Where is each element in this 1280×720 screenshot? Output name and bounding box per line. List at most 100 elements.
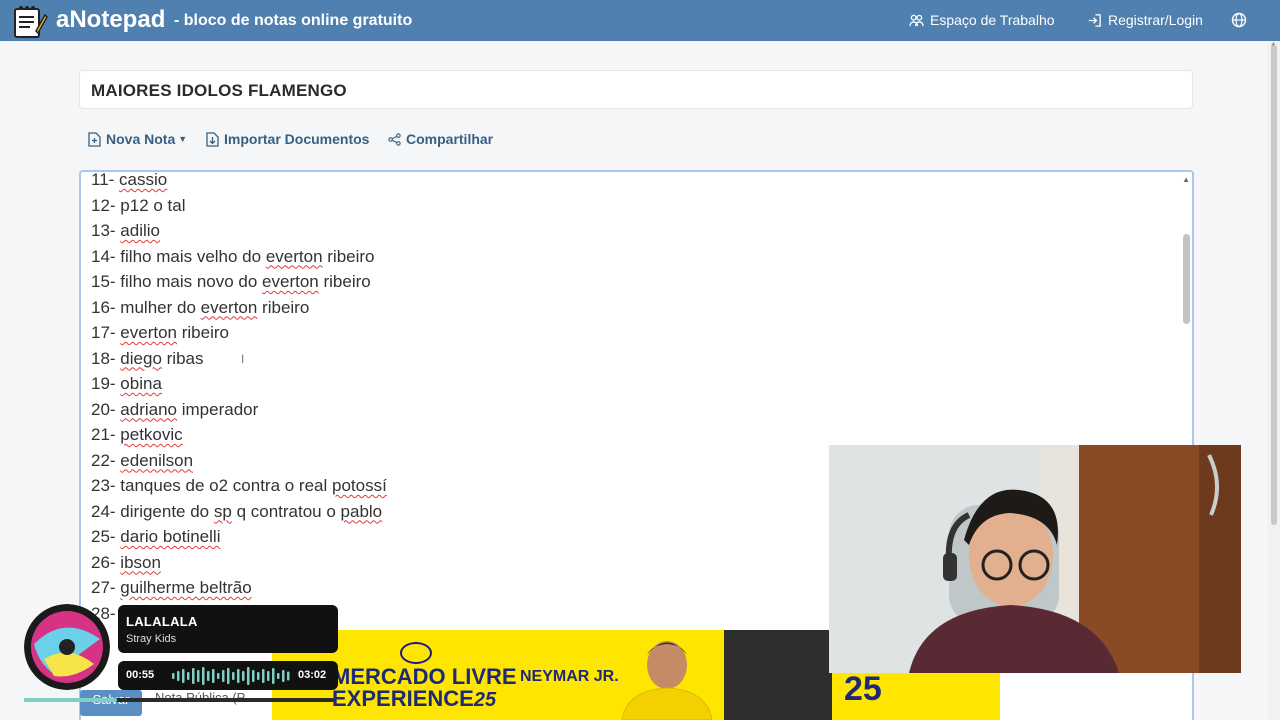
ad-title-year: 25	[473, 689, 497, 711]
waveform-bar	[277, 673, 280, 679]
line-number: 25-	[91, 527, 121, 546]
song-progress-fill	[24, 698, 117, 702]
caret-down-icon: ▼	[178, 134, 188, 144]
line-number: 15-	[91, 272, 121, 291]
line-text: q contratou o	[231, 501, 341, 521]
waveform-bar	[212, 669, 215, 683]
editor-line: 15- filho mais novo do everton ribeiro	[91, 269, 387, 295]
line-number: 13-	[91, 221, 121, 240]
share-label: Compartilhar	[406, 131, 494, 147]
users-icon	[909, 14, 924, 26]
misspelled-word: adriano	[120, 399, 178, 419]
misspelled-word: everton	[265, 246, 323, 266]
waveform-bar	[187, 672, 190, 680]
save-button[interactable]: Salvar	[80, 690, 142, 716]
line-text: mulher do	[120, 297, 201, 317]
editor-line: 14- filho mais velho do everton ribeiro	[91, 244, 387, 270]
waveform-bar	[272, 668, 275, 684]
editor-lines: 11- cassio 12- p12 o tal 13- adilio 14- fil…	[91, 170, 387, 626]
misspelled-word: petkovic	[120, 425, 183, 444]
import-documents-button[interactable]: Importar Documentos	[206, 131, 369, 147]
note-title-field[interactable]: MAIORES IDOLOS FLAMENGO	[79, 70, 1193, 109]
audio-waveform-icon	[172, 667, 290, 685]
line-number: 14-	[91, 246, 121, 266]
login-link[interactable]: Registrar/Login	[1087, 12, 1203, 28]
album-art	[24, 604, 110, 690]
waveform-bar	[192, 668, 195, 684]
editor-line: 16- mulher do everton ribeiro	[91, 295, 387, 321]
song-progress-bar[interactable]	[24, 698, 334, 702]
waveform-bar	[242, 671, 245, 681]
waveform-bar	[267, 671, 270, 681]
brand-name[interactable]: aNotepad	[56, 6, 165, 34]
line-text: filho mais novo do	[120, 272, 263, 291]
editor-line: 22- edenilson	[91, 448, 387, 474]
share-icon	[388, 132, 401, 146]
editor-line: 11- cassio	[91, 170, 387, 193]
text-cursor-icon: I	[241, 352, 245, 366]
line-text: p12 o tal	[120, 195, 186, 215]
handshake-logo-icon	[400, 642, 432, 664]
ad-dark-panel	[724, 630, 832, 720]
line-text: dirigente do	[120, 501, 214, 521]
misspelled-word: pablo	[340, 501, 383, 521]
login-label: Registrar/Login	[1108, 12, 1203, 28]
song-title: LALALALA	[126, 614, 198, 629]
misspelled-word: potossí	[332, 476, 387, 495]
waveform-bar	[177, 671, 180, 681]
line-text: ribas	[161, 348, 204, 368]
editor-line: 24- dirigente do sp q contratou o pablo	[91, 499, 387, 525]
waveform-bar	[257, 672, 260, 680]
player-bar: 00:55 03:02	[118, 661, 338, 690]
song-artist: Stray Kids	[126, 633, 177, 645]
waveform-bar	[232, 672, 235, 680]
misspelled-word: edenilson	[120, 450, 194, 470]
misspelled-word: ibson	[120, 552, 161, 572]
waveform-bar	[172, 673, 175, 679]
share-button[interactable]: Compartilhar	[388, 131, 493, 147]
line-number: 22-	[91, 450, 121, 470]
line-text: ribeiro	[318, 272, 371, 291]
file-plus-icon	[88, 131, 101, 147]
misspelled-word: everton	[120, 323, 177, 342]
line-number: 18-	[91, 348, 121, 368]
import-documents-label: Importar Documentos	[224, 131, 370, 147]
waveform-bar	[222, 670, 225, 682]
notepad-logo-icon[interactable]	[12, 3, 48, 39]
line-number: 21-	[91, 425, 121, 444]
workspace-label: Espaço de Trabalho	[930, 12, 1055, 28]
page-scrollbar[interactable]: ▲	[1268, 41, 1280, 720]
stream-watermark: @estrelaaleknerii	[832, 412, 998, 434]
editor-line: 26- ibson	[91, 550, 387, 576]
misspelled-word: diego	[120, 348, 162, 368]
misspelled-word: everton	[262, 272, 319, 291]
scroll-up-arrow-icon[interactable]: ▲	[1182, 175, 1190, 184]
misspelled-word: obina	[120, 374, 162, 393]
line-text: ribeiro	[322, 246, 375, 266]
line-text: ribeiro	[177, 323, 229, 342]
waveform-bar	[282, 670, 285, 682]
editor-line: 25- dario botinelli	[91, 524, 387, 550]
editor-line: 18- diego ribas	[91, 346, 387, 372]
waveform-bar	[197, 670, 200, 682]
line-number: 16-	[91, 297, 121, 317]
line-text: filho mais velho do	[120, 246, 266, 266]
editor-scrollbar-thumb[interactable]	[1183, 234, 1190, 324]
ad-title-line1: MERCADO LIVRE	[332, 664, 517, 689]
workspace-link[interactable]: Espaço de Trabalho	[909, 12, 1055, 28]
ad-title: MERCADO LIVRE EXPERIENCE25	[332, 664, 517, 712]
new-note-dropdown[interactable]: Nova Nota ▼	[88, 131, 187, 147]
song-duration: 03:02	[298, 669, 327, 681]
editor-line: 12- p12 o tal	[91, 193, 387, 219]
new-note-label: Nova Nota	[106, 131, 176, 147]
waveform-bar	[287, 671, 290, 681]
webcam-overlay	[829, 445, 1241, 673]
misspelled-word: cassio	[119, 170, 168, 189]
ad-title-line2: EXPERIENCE	[332, 686, 474, 711]
globe-icon[interactable]	[1231, 12, 1247, 28]
page-scrollbar-thumb[interactable]	[1271, 45, 1277, 525]
line-number: 11-	[91, 170, 120, 189]
waveform-bar	[202, 667, 205, 685]
misspelled-word: dario botinelli	[120, 527, 221, 546]
line-number: 19-	[91, 374, 121, 393]
